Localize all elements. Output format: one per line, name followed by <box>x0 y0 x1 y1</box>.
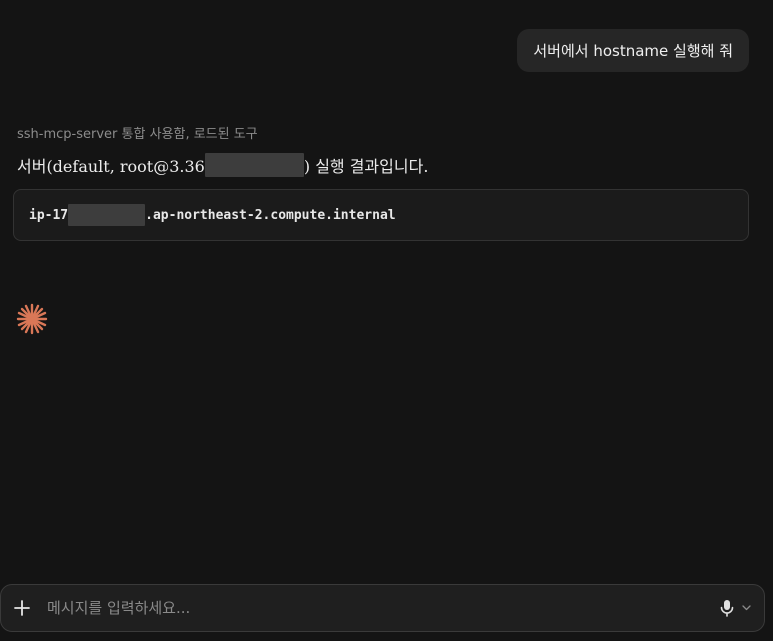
user-message-text: 서버에서 hostname 실행해 줘 <box>533 42 733 60</box>
message-input[interactable] <box>43 588 716 628</box>
add-attachment-button[interactable] <box>1 585 43 631</box>
code-output-block: ip-17 .ap-northeast-2.compute.internal <box>13 189 749 241</box>
redacted-hostname-block <box>68 204 146 226</box>
voice-options-dropdown[interactable] <box>738 588 754 628</box>
reply-text-prefix: 서버(default, root@3.36 <box>17 157 205 176</box>
reply-text-suffix: ) 실행 결과입니다. <box>303 157 429 176</box>
redacted-ip-block <box>204 153 304 177</box>
voice-input-button[interactable] <box>716 588 738 628</box>
tool-usage-status[interactable]: ssh-mcp-server 통합 사용함, 로드된 도구 <box>17 123 258 142</box>
code-text-suffix: .ap-northeast-2.compute.internal <box>145 207 396 223</box>
message-composer <box>0 584 765 632</box>
asterisk-spark-icon <box>15 302 49 336</box>
chevron-down-icon <box>741 605 751 611</box>
assistant-reply: 서버(default, root@3.36 ) 실행 결과입니다. <box>17 153 428 177</box>
microphone-icon <box>720 600 734 617</box>
user-message-bubble: 서버에서 hostname 실행해 줘 <box>517 29 749 72</box>
plus-icon <box>14 600 30 616</box>
code-text-prefix: ip-17 <box>29 207 69 223</box>
